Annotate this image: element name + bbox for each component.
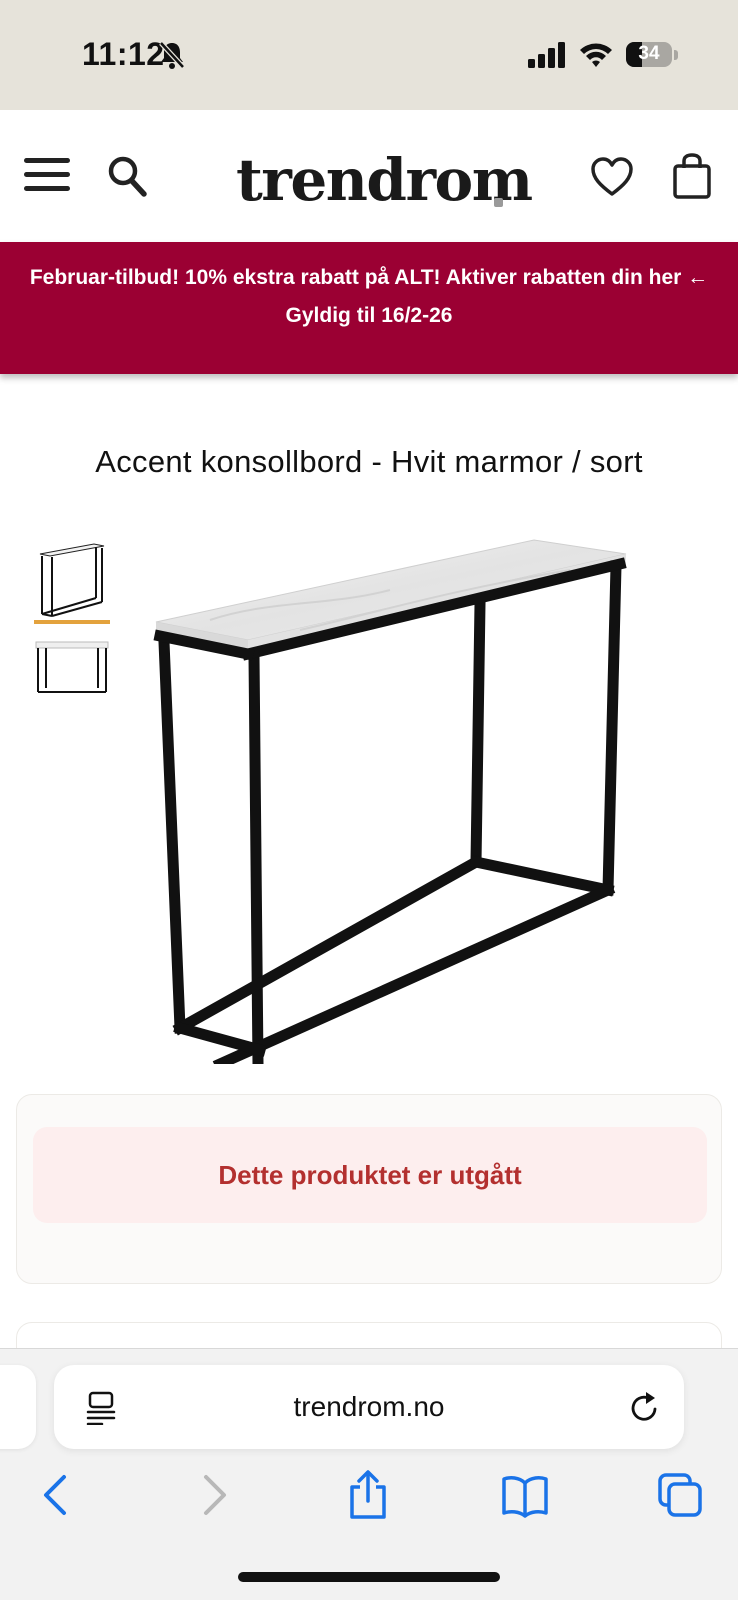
thumbnail-selected-indicator [34,620,110,624]
status-time: 11:12 [82,36,165,72]
share-icon[interactable] [346,1469,390,1521]
url-text: trendrom.no [293,1391,445,1422]
heart-icon[interactable] [590,156,634,198]
battery-icon: 34 [626,42,672,67]
battery-level: 34 [638,43,660,64]
forward-icon[interactable] [196,1469,232,1521]
status-bar: 11:12 34 [0,0,738,110]
product-thumbnail-2[interactable] [34,640,112,700]
tabs-icon[interactable] [656,1469,704,1521]
product-thumbnail-1[interactable] [34,542,112,626]
battery-cap [674,50,678,60]
wifi-icon [580,43,612,67]
promo-banner[interactable]: Februar-tilbud! 10% ekstra rabatt på ALT… [0,242,738,374]
promo-headline: Februar-tilbud! 10% ekstra rabatt på ALT… [29,266,709,289]
bell-slash-icon [159,41,185,69]
page: 11:12 34 trendrom Februar-tilbud! 10% ek… [0,0,738,1600]
site-logo[interactable]: trendrom [236,146,533,214]
product-main-image[interactable] [150,530,630,1064]
back-icon[interactable] [38,1469,74,1521]
cellular-signal-icon [528,42,565,68]
logo-dot [494,198,503,207]
site-header: trendrom [0,110,738,242]
bookmarks-icon[interactable] [500,1469,550,1521]
previous-tab-preview[interactable] [0,1365,36,1449]
availability-card: Dette produktet er utgått [16,1094,722,1284]
product-title: Accent konsollbord - Hvit marmor / sort [95,444,643,479]
search-icon[interactable] [106,154,148,198]
browser-toolbar: trendrom.no [0,1348,738,1600]
menu-icon[interactable] [24,158,70,192]
reload-icon[interactable] [628,1389,662,1425]
promo-validity: Gyldig til 16/2-26 [285,304,453,327]
home-indicator[interactable] [238,1572,500,1582]
shopping-bag-icon[interactable] [672,152,712,200]
discontinued-notice: Dette produktet er utgått [33,1127,707,1223]
address-bar[interactable]: trendrom.no [54,1365,684,1449]
